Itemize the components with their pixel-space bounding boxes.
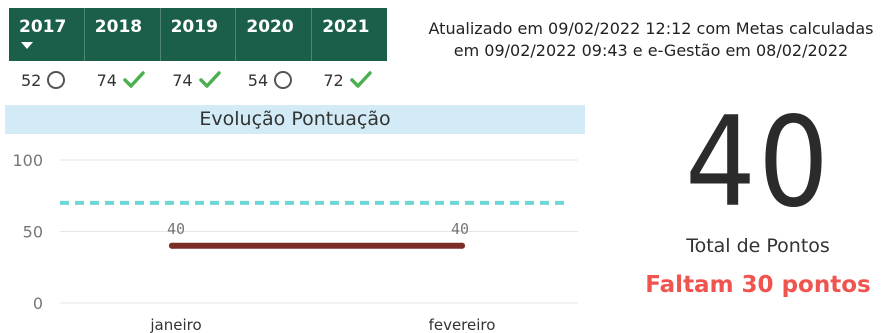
chart-title: Evolução Pontuação [5, 105, 585, 134]
score-2020: 54 [236, 66, 312, 94]
check-icon [198, 71, 221, 88]
tab-2018[interactable]: 2018 [85, 8, 161, 61]
tab-2021[interactable]: 2021 [312, 8, 387, 61]
y-tick-label: 0 [33, 294, 43, 313]
score-value: 74 [96, 70, 117, 90]
score-2021: 72 [311, 66, 387, 94]
tab-2020[interactable]: 2020 [236, 8, 313, 61]
caret-down-icon [21, 42, 33, 49]
update-line-1: Atualizado em 09/02/2022 12:12 com Metas… [428, 19, 874, 38]
score-value: 74 [172, 70, 193, 90]
x-tick-label: janeiro [149, 316, 201, 333]
circle-icon [47, 71, 66, 89]
score-value: 72 [323, 70, 344, 90]
tab-label: 2020 [246, 17, 294, 37]
check-icon [123, 71, 145, 88]
tab-2017[interactable]: 2017 [9, 8, 85, 61]
score-value: 54 [247, 70, 269, 90]
score-value: 52 [21, 70, 42, 90]
year-tabs: 2017 2018 2019 2020 2021 [9, 8, 387, 61]
y-tick-label: 50 [23, 223, 43, 242]
score-2017: 52 [9, 66, 85, 94]
y-tick-label: 100 [12, 151, 43, 170]
data-point [169, 242, 175, 249]
tab-label: 2018 [94, 17, 143, 37]
data-label: 40 [167, 220, 185, 238]
x-tick-label: fevereiro [429, 316, 496, 333]
data-point [459, 242, 465, 249]
tab-2019[interactable]: 2019 [161, 8, 237, 61]
total-points-value: 40 [685, 91, 831, 235]
update-info: Atualizado em 09/02/2022 12:12 com Metas… [416, 18, 886, 62]
score-evolution-chart: 0 50 100 40 40 janeiro fevereiro [12, 151, 578, 333]
score-2018: 74 [85, 66, 161, 94]
year-scores: 52 74 74 54 72 [9, 66, 387, 94]
remaining-points: Faltam 30 pontos [645, 272, 871, 298]
tab-label: 2019 [170, 17, 218, 37]
circle-icon [274, 71, 293, 89]
score-2019: 74 [160, 66, 236, 94]
total-points-label: Total de Pontos [686, 235, 830, 257]
tab-label: 2021 [322, 17, 370, 37]
data-label: 40 [451, 220, 469, 238]
tab-label: 2017 [19, 17, 67, 37]
update-line-2: em 09/02/2022 09:43 e e-Gestão em 08/02/… [453, 41, 849, 60]
check-icon [349, 71, 372, 88]
